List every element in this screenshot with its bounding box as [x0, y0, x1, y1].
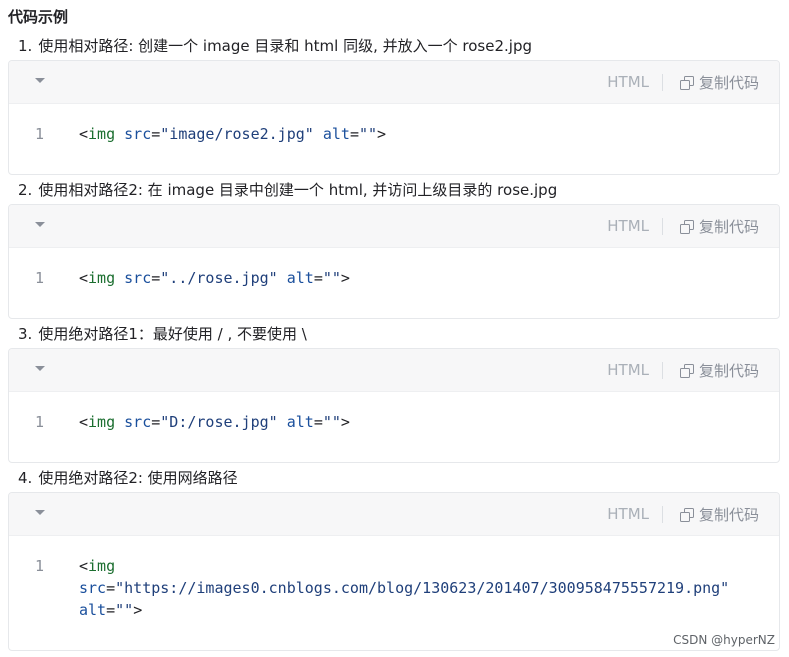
code-token-tag: img — [88, 413, 116, 431]
code-token-attr: src — [79, 579, 107, 597]
code-token-attr: alt — [79, 601, 107, 619]
code-token-open: < — [79, 557, 89, 575]
code-token-eq: = — [151, 269, 161, 287]
toolbar-divider — [662, 74, 663, 91]
code-block-4: HTML 复制代码 1 <img src="https://images0.cn… — [8, 492, 780, 651]
code-line: <img src="../rose.jpg" alt=""> — [79, 267, 350, 289]
code-body: 1 <img src="image/rose2.jpg" alt=""> — [9, 104, 779, 174]
language-label: HTML — [607, 217, 649, 235]
code-token-attr: src — [124, 269, 152, 287]
code-token-string: "D:/rose.jpg" — [160, 413, 278, 431]
copy-icon — [679, 76, 694, 90]
code-token-string: "" — [115, 601, 134, 619]
copy-icon — [679, 364, 694, 378]
step-number: 1. — [18, 37, 33, 55]
code-token-attr: src — [124, 413, 152, 431]
code-token-close: > — [377, 125, 387, 143]
code-token-eq: = — [151, 125, 161, 143]
code-token-eq: = — [313, 413, 323, 431]
step-text: 使用绝对路径1：最好使用 / , 不要使用 \ — [38, 325, 307, 343]
line-number: 1 — [35, 413, 45, 431]
copy-code-button[interactable]: 复制代码 — [679, 72, 759, 93]
toolbar-divider — [662, 506, 663, 523]
line-number: 1 — [35, 269, 45, 287]
code-token-eq: = — [106, 579, 116, 597]
code-token-attr: alt — [286, 413, 314, 431]
code-body: 1 <img src="../rose.jpg" alt=""> — [9, 248, 779, 318]
code-token-attr: src — [124, 125, 152, 143]
code-toolbar: HTML 复制代码 — [9, 61, 779, 104]
code-token-open: < — [79, 413, 89, 431]
code-token-tag: img — [88, 125, 116, 143]
step-number: 4. — [18, 469, 33, 487]
copy-code-label: 复制代码 — [698, 362, 759, 380]
line-number: 1 — [35, 125, 45, 143]
step-4-description: 4. 使用绝对路径2: 使用网络路径 — [18, 467, 238, 488]
code-token-string: "" — [322, 413, 341, 431]
code-token-tag: img — [88, 269, 116, 287]
code-toolbar: HTML 复制代码 — [9, 205, 779, 248]
code-body: 1 <img src="https://images0.cnblogs.com/… — [9, 536, 779, 650]
code-token-string: "../rose.jpg" — [160, 269, 278, 287]
collapse-chevron-icon[interactable] — [35, 78, 45, 83]
code-token-close: > — [340, 413, 350, 431]
code-block-2: HTML 复制代码 1 <img src="../rose.jpg" alt="… — [8, 204, 780, 319]
code-token-attr: alt — [322, 125, 350, 143]
step-number: 2. — [18, 181, 33, 199]
collapse-chevron-icon[interactable] — [35, 510, 45, 515]
code-body: 1 <img src="D:/rose.jpg" alt=""> — [9, 392, 779, 462]
toolbar-divider — [662, 362, 663, 379]
code-token-string: "" — [322, 269, 341, 287]
step-text: 使用绝对路径2: 使用网络路径 — [38, 469, 238, 487]
step-number: 3. — [18, 325, 33, 343]
code-line: <img src="D:/rose.jpg" alt=""> — [79, 411, 350, 433]
step-text: 使用相对路径: 创建一个 image 目录和 html 同级, 并放入一个 ro… — [38, 37, 532, 55]
code-token-string: "image/rose2.jpg" — [160, 125, 314, 143]
copy-code-button[interactable]: 复制代码 — [679, 504, 759, 525]
code-token-eq: = — [151, 413, 161, 431]
toolbar-divider — [662, 218, 663, 235]
watermark: CSDN @hyperNZ — [673, 633, 775, 647]
code-token-eq: = — [349, 125, 359, 143]
code-block-1: HTML 复制代码 1 <img src="image/rose2.jpg" a… — [8, 60, 780, 175]
copy-icon — [679, 508, 694, 522]
code-toolbar: HTML 复制代码 — [9, 493, 779, 536]
code-toolbar: HTML 复制代码 — [9, 349, 779, 392]
step-2-description: 2. 使用相对路径2: 在 image 目录中创建一个 html, 并访问上级目录… — [18, 179, 557, 200]
collapse-chevron-icon[interactable] — [35, 366, 45, 371]
copy-code-label: 复制代码 — [698, 506, 759, 524]
copy-code-button[interactable]: 复制代码 — [679, 216, 759, 237]
language-label: HTML — [607, 361, 649, 379]
code-token-close: > — [340, 269, 350, 287]
copy-icon — [679, 220, 694, 234]
language-label: HTML — [607, 505, 649, 523]
copy-code-button[interactable]: 复制代码 — [679, 360, 759, 381]
copy-code-label: 复制代码 — [698, 74, 759, 92]
language-label: HTML — [607, 73, 649, 91]
step-text: 使用相对路径2: 在 image 目录中创建一个 html, 并访问上级目录的 … — [38, 181, 558, 199]
code-token-open: < — [79, 269, 89, 287]
code-token-string: "https://images0.cnblogs.com/blog/130623… — [115, 579, 730, 597]
code-token-open: < — [79, 125, 89, 143]
step-1-description: 1. 使用相对路径: 创建一个 image 目录和 html 同级, 并放入一个 … — [18, 35, 532, 56]
section-heading: 代码示例 — [8, 8, 69, 26]
code-token-eq: = — [313, 269, 323, 287]
code-token-string: "" — [358, 125, 378, 143]
step-3-description: 3. 使用绝对路径1：最好使用 / , 不要使用 \ — [18, 323, 307, 344]
code-line: <img src="image/rose2.jpg" alt=""> — [79, 123, 386, 145]
code-line: <img src="https://images0.cnblogs.com/bl… — [79, 555, 729, 621]
code-block-3: HTML 复制代码 1 <img src="D:/rose.jpg" alt="… — [8, 348, 780, 463]
code-token-attr: alt — [286, 269, 314, 287]
code-token-close: > — [133, 601, 143, 619]
line-number: 1 — [35, 557, 45, 575]
collapse-chevron-icon[interactable] — [35, 222, 45, 227]
code-token-eq: = — [106, 601, 116, 619]
code-token-tag: img — [88, 557, 116, 575]
copy-code-label: 复制代码 — [698, 218, 759, 236]
